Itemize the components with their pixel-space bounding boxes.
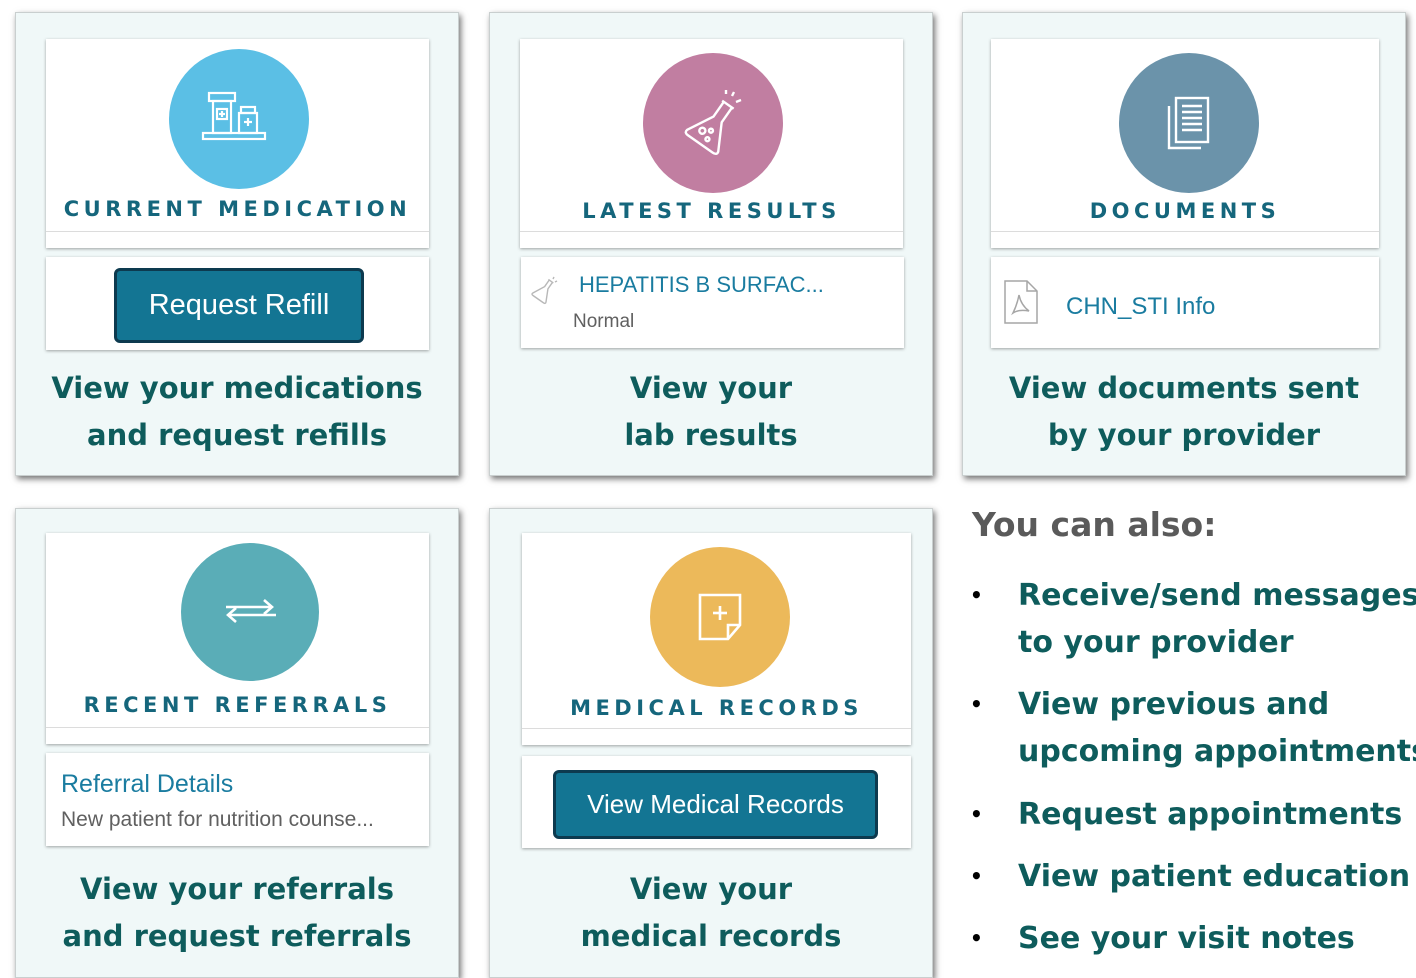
latest-results-circle bbox=[643, 53, 783, 193]
view-records-panel: View Medical Records bbox=[522, 756, 911, 848]
caption-line: lab results bbox=[624, 418, 798, 452]
recent-referrals-card: RECENT REFERRALS Referral Details New pa… bbox=[15, 508, 459, 978]
referrals-caption: View your referrals and request referral… bbox=[16, 866, 458, 960]
list-item-line: Request appointments bbox=[1018, 797, 1403, 832]
recent-referrals-header[interactable]: RECENT REFERRALS bbox=[46, 533, 429, 744]
caption-line: and request refills bbox=[87, 418, 387, 452]
bullet: • bbox=[970, 864, 983, 888]
document-item-panel[interactable]: CHN_STI Info bbox=[991, 257, 1379, 348]
divider bbox=[522, 728, 911, 729]
bullet: • bbox=[970, 802, 983, 826]
medication-caption: View your medications and request refill… bbox=[16, 365, 458, 459]
divider bbox=[46, 231, 429, 232]
documents-caption: View documents sent by your provider bbox=[963, 365, 1405, 459]
current-medication-header[interactable]: CURRENT MEDICATION bbox=[46, 39, 429, 248]
referral-item-title[interactable]: Referral Details bbox=[61, 770, 233, 799]
caption-line: and request referrals bbox=[62, 919, 412, 953]
result-item-title[interactable]: HEPATITIS B SURFAC... bbox=[579, 272, 824, 298]
flask-icon bbox=[684, 90, 742, 156]
pdf-file-icon bbox=[1004, 280, 1038, 324]
medical-records-card: MEDICAL RECORDS View Medical Records Vie… bbox=[489, 508, 933, 978]
divider bbox=[520, 231, 903, 232]
flask-small-icon bbox=[531, 276, 558, 305]
caption-line: View documents sent bbox=[1008, 371, 1360, 405]
current-medication-circle bbox=[169, 49, 309, 189]
list-item-line: View patient education bbox=[1018, 859, 1411, 894]
list-item-line: upcoming appointments bbox=[1018, 734, 1416, 769]
arrows-icon bbox=[226, 599, 276, 623]
documents-title: DOCUMENTS bbox=[1089, 199, 1281, 223]
referral-item-desc: New patient for nutrition counse... bbox=[61, 808, 374, 831]
list-item-line: Receive/send messages bbox=[1018, 578, 1416, 613]
medical-records-circle bbox=[650, 547, 790, 687]
documents-card: DOCUMENTS CHN_STI Info View documents se… bbox=[962, 12, 1406, 476]
document-item-title[interactable]: CHN_STI Info bbox=[1066, 293, 1215, 321]
documents-header[interactable]: DOCUMENTS bbox=[991, 39, 1379, 248]
caption-line: medical records bbox=[580, 919, 842, 953]
list-item-line: See your visit notes bbox=[1018, 921, 1355, 956]
latest-results-card: LATEST RESULTS HEPATITIS B SURFAC... Nor… bbox=[489, 12, 933, 476]
request-refill-button[interactable]: Request Refill bbox=[114, 268, 364, 343]
bullet: • bbox=[970, 926, 983, 950]
latest-results-title: LATEST RESULTS bbox=[582, 199, 841, 223]
results-caption: View your lab results bbox=[490, 365, 932, 459]
current-medication-card: CURRENT MEDICATION Request Refill View y… bbox=[15, 12, 459, 476]
caption-line: View your bbox=[629, 872, 793, 906]
recent-referrals-title: RECENT REFERRALS bbox=[83, 693, 392, 717]
medical-records-header[interactable]: MEDICAL RECORDS bbox=[522, 533, 911, 745]
latest-results-header[interactable]: LATEST RESULTS bbox=[520, 39, 903, 248]
documents-icon bbox=[1167, 96, 1210, 150]
caption-line: View your medications bbox=[51, 371, 423, 405]
divider bbox=[991, 231, 1379, 232]
caption-line: by your provider bbox=[1047, 418, 1321, 452]
current-medication-title: CURRENT MEDICATION bbox=[63, 197, 412, 221]
result-item-panel[interactable]: HEPATITIS B SURFAC... Normal bbox=[521, 257, 904, 348]
caption-line: View your bbox=[629, 371, 793, 405]
pharmacy-icon bbox=[201, 91, 267, 141]
divider bbox=[46, 727, 429, 728]
referral-item-panel[interactable]: Referral Details New patient for nutriti… bbox=[46, 753, 429, 846]
documents-circle bbox=[1119, 53, 1259, 193]
list-item-line: to your provider bbox=[1018, 625, 1294, 660]
result-item-status: Normal bbox=[573, 311, 635, 332]
medical-records-title: MEDICAL RECORDS bbox=[570, 696, 863, 720]
add-note-icon bbox=[698, 593, 742, 641]
bullet: • bbox=[970, 692, 983, 716]
bullet: • bbox=[970, 583, 983, 607]
caption-line: View your referrals bbox=[80, 872, 394, 906]
recent-referrals-circle bbox=[181, 543, 319, 681]
also-title: You can also: bbox=[972, 505, 1217, 544]
view-medical-records-button[interactable]: View Medical Records bbox=[553, 770, 878, 839]
list-item-line: View previous and bbox=[1018, 687, 1330, 722]
records-caption: View your medical records bbox=[490, 866, 932, 960]
request-refill-panel: Request Refill bbox=[46, 257, 429, 350]
